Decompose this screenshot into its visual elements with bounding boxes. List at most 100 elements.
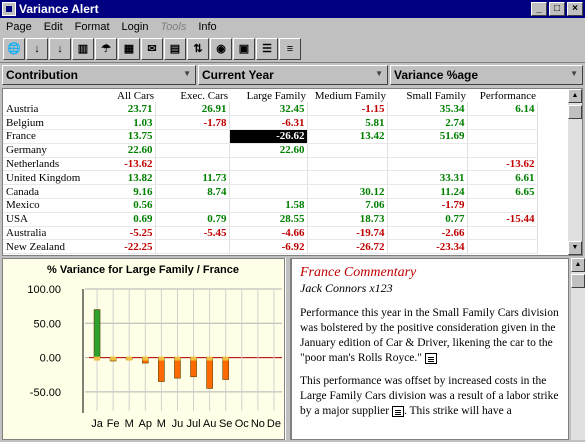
table-cell[interactable] (307, 143, 389, 158)
table-cell[interactable]: 22.60 (229, 143, 309, 158)
table-cell[interactable]: 0.69 (115, 212, 157, 227)
table-cell[interactable]: 2.74 (387, 115, 469, 131)
table-cell[interactable]: 35.34 (387, 102, 469, 117)
table-cell[interactable]: 30.12 (307, 184, 389, 200)
table-cell[interactable]: -1.79 (387, 198, 469, 213)
table-cell[interactable] (307, 157, 389, 172)
menu-tools[interactable]: Tools (154, 21, 192, 33)
table-cell[interactable] (229, 170, 309, 186)
table-cell[interactable]: 0.79 (155, 212, 231, 227)
table-cell[interactable]: 11.73 (155, 170, 231, 186)
table-cell[interactable]: -6.92 (229, 239, 309, 255)
column-header[interactable]: Small Family (388, 89, 468, 102)
table-cell[interactable]: -2.66 (387, 226, 469, 241)
table-cell[interactable]: 13.75 (115, 129, 157, 144)
close-button[interactable]: × (567, 2, 583, 16)
table-cell[interactable]: 9.16 (115, 184, 157, 200)
measure-selector[interactable]: Variance %age ▼ (390, 65, 583, 85)
toolbar-button[interactable]: ≡ (279, 37, 301, 60)
table-cell[interactable]: 23.71 (115, 102, 157, 117)
table-cell[interactable]: 5.81 (307, 115, 389, 131)
table-cell[interactable]: -23.34 (387, 239, 469, 255)
table-cell[interactable]: 1.58 (229, 198, 309, 213)
country-label[interactable]: Canada (3, 184, 115, 200)
country-label[interactable]: Germany (3, 143, 115, 158)
table-cell[interactable]: 18.73 (307, 212, 389, 227)
country-label[interactable]: Belgium (3, 115, 115, 131)
table-cell[interactable]: -13.62 (467, 157, 539, 172)
table-cell[interactable]: 1.03 (115, 115, 157, 131)
column-header[interactable]: Large Family (230, 89, 308, 102)
table-cell[interactable] (467, 239, 539, 255)
scroll-thumb[interactable] (571, 274, 585, 288)
country-label[interactable]: Netherlands (3, 157, 115, 172)
country-label[interactable]: New Zealand (3, 239, 115, 255)
table-cell[interactable]: -6.31 (229, 115, 309, 131)
toolbar-button[interactable]: ↓ (49, 37, 71, 60)
table-cell[interactable]: 26.91 (155, 102, 231, 117)
toolbar-button[interactable]: ↓ (26, 37, 48, 60)
table-cell[interactable]: 22.60 (115, 143, 157, 158)
table-cell[interactable]: 28.55 (229, 212, 309, 227)
table-cell[interactable] (155, 157, 231, 172)
note-icon[interactable] (424, 352, 437, 364)
table-cell[interactable] (155, 239, 231, 255)
toolbar-button[interactable]: ✉ (141, 37, 163, 60)
column-header[interactable]: Exec. Cars (156, 89, 230, 102)
table-cell[interactable] (155, 143, 231, 158)
toolbar-button[interactable]: ☂ (95, 37, 117, 60)
toolbar-button[interactable]: 🌐 (3, 37, 25, 60)
column-header[interactable]: Performance (468, 89, 538, 102)
minimize-button[interactable]: _ (531, 2, 547, 16)
table-cell[interactable]: 32.45 (229, 102, 309, 117)
table-cell[interactable]: -26.72 (307, 239, 389, 255)
scroll-up-icon[interactable]: ▲ (568, 89, 582, 103)
country-label[interactable]: France (3, 129, 115, 144)
table-cell[interactable]: -26.62 (229, 129, 309, 144)
toolbar-button[interactable]: ◉ (210, 37, 232, 60)
table-cell[interactable]: -5.45 (155, 226, 231, 241)
table-cell[interactable]: 0.56 (115, 198, 157, 213)
table-cell[interactable] (387, 143, 469, 158)
table-cell[interactable]: 13.82 (115, 170, 157, 186)
table-cell[interactable]: 7.06 (307, 198, 389, 213)
table-cell[interactable] (229, 184, 309, 200)
table-cell[interactable]: 6.14 (467, 102, 539, 117)
toolbar-button[interactable]: ▤ (164, 37, 186, 60)
toolbar-button[interactable]: ⇅ (187, 37, 209, 60)
table-cell[interactable]: 11.24 (387, 184, 469, 200)
menu-edit[interactable]: Edit (38, 21, 69, 33)
column-header[interactable]: All Cars (115, 89, 156, 102)
column-header[interactable]: Medium Family (308, 89, 388, 102)
table-cell[interactable] (467, 198, 539, 213)
commentary-scrollbar[interactable]: ▲ (571, 258, 585, 440)
country-label[interactable]: Austria (3, 102, 115, 117)
menu-page[interactable]: Page (0, 21, 38, 33)
table-cell[interactable]: -13.62 (115, 157, 157, 172)
contribution-selector[interactable]: Contribution ▼ (2, 65, 196, 85)
table-cell[interactable]: 51.69 (387, 129, 469, 144)
table-cell[interactable] (307, 170, 389, 186)
grid-scrollbar[interactable]: ▲ ▼ (568, 89, 582, 255)
country-label[interactable]: Mexico (3, 198, 115, 213)
toolbar-button[interactable]: ☰ (256, 37, 278, 60)
scroll-down-icon[interactable]: ▼ (568, 241, 582, 255)
menu-info[interactable]: Info (192, 21, 222, 33)
country-label[interactable]: USA (3, 212, 115, 227)
table-cell[interactable]: 33.31 (387, 170, 469, 186)
menu-format[interactable]: Format (69, 21, 116, 33)
table-cell[interactable]: -22.25 (115, 239, 157, 255)
toolbar-button[interactable]: ▣ (233, 37, 255, 60)
table-cell[interactable]: 6.61 (467, 170, 539, 186)
scroll-thumb[interactable] (568, 105, 582, 119)
country-label[interactable]: Australia (3, 226, 115, 241)
table-cell[interactable]: 13.42 (307, 129, 389, 144)
table-cell[interactable] (467, 143, 539, 158)
table-cell[interactable] (467, 129, 539, 144)
table-cell[interactable]: 8.74 (155, 184, 231, 200)
maximize-button[interactable]: □ (549, 2, 565, 16)
table-cell[interactable]: 6.65 (467, 184, 539, 200)
scroll-up-icon[interactable]: ▲ (571, 258, 585, 272)
note-icon[interactable] (391, 405, 404, 417)
toolbar-button[interactable]: ▦ (118, 37, 140, 60)
